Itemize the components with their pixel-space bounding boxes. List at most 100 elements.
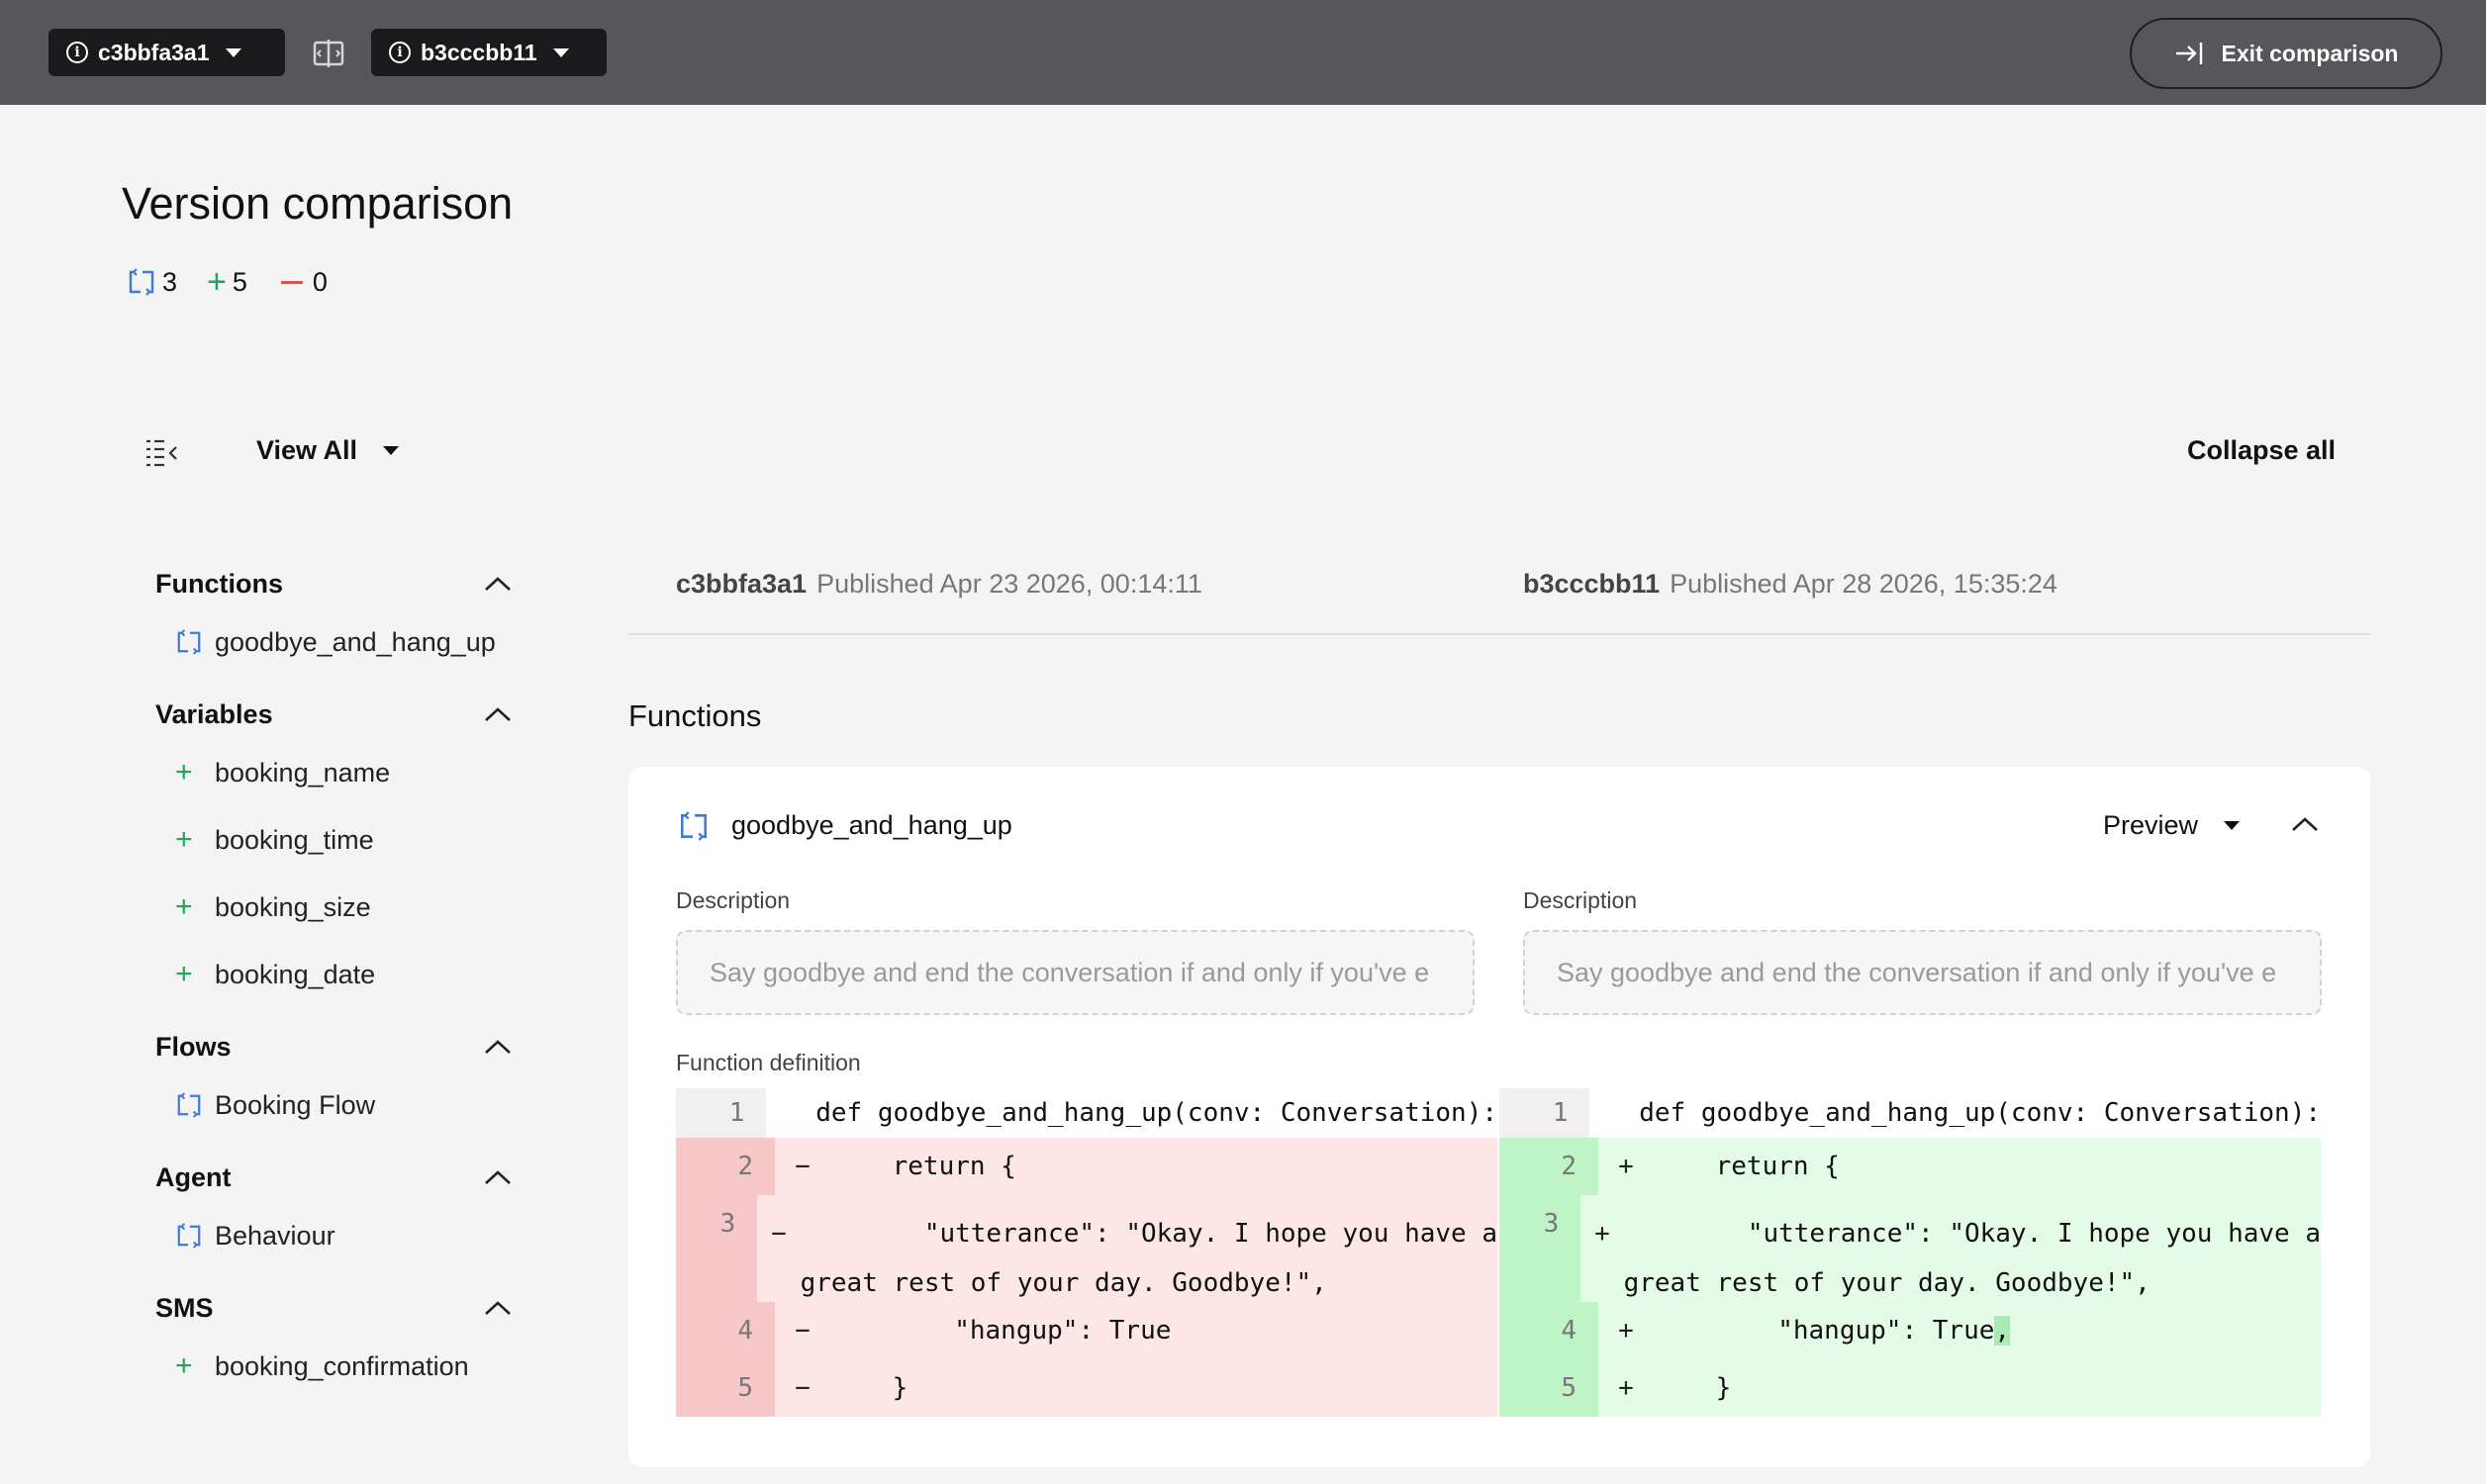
sidebar-item-behaviour[interactable]: Behaviour: [155, 1202, 512, 1269]
code-text: "hangup": True: [830, 1316, 1172, 1345]
description-field-left: Say goodbye and end the conversation if …: [676, 930, 1475, 1015]
chevron-down-icon: [225, 47, 241, 57]
left-version-select[interactable]: i c3bbfa3a1: [48, 29, 285, 76]
plus-icon: +: [175, 958, 193, 990]
code-diff-left: 1 def goodbye_and_hang_up(conv: Conversat…: [676, 1088, 1497, 1417]
code-line-removed: 4− "hangup": True: [676, 1302, 1497, 1359]
sidebar-item-label: booking_confirmation: [215, 1350, 469, 1381]
function-name: goodbye_and_hang_up: [731, 810, 1012, 840]
preview-dropdown[interactable]: Preview: [2103, 810, 2241, 841]
right-version-select[interactable]: i b3cccbb11: [371, 29, 607, 76]
chevron-up-icon[interactable]: [484, 706, 512, 722]
code-diff-right: 1 def goodbye_and_hang_up(conv: Conversat…: [1499, 1088, 2321, 1417]
view-all-label: View All: [256, 435, 358, 465]
chevron-down-icon: [552, 47, 569, 57]
sidebar-item-booking-confirmation[interactable]: + booking_confirmation: [155, 1333, 512, 1400]
code-line-removed: 3− "utterance": "Okay. I hope you have a…: [676, 1195, 1497, 1302]
preview-label: Preview: [2103, 810, 2199, 840]
collapse-card-icon[interactable]: [2291, 816, 2319, 832]
sidebar-section-agent[interactable]: Agent: [155, 1153, 512, 1202]
right-version-header: b3cccbb11 Published Apr 28 2026, 15:35:24: [1523, 569, 2057, 600]
line-number: 2: [676, 1138, 775, 1195]
sidebar-item-goodbye-and-hang-up[interactable]: goodbye_and_hang_up: [155, 608, 512, 676]
code-text: return {: [1654, 1152, 1840, 1181]
left-published-date: Published Apr 23 2026, 00:14:11: [816, 569, 1202, 599]
plus-icon: +: [207, 263, 227, 301]
sidebar-item-label: booking_name: [215, 757, 391, 788]
added-count: 5: [232, 266, 247, 297]
view-all-dropdown[interactable]: View All: [256, 435, 400, 466]
card-title[interactable]: goodbye_and_hang_up: [678, 810, 1012, 841]
plus-sign: +: [1618, 1316, 1634, 1345]
chevron-down-icon: [383, 446, 400, 455]
line-number: 5: [1499, 1359, 1598, 1417]
split-view-icon[interactable]: [313, 40, 344, 67]
sidebar-item-booking-size[interactable]: + booking_size: [155, 874, 512, 941]
code-line: 1 def goodbye_and_hang_up(conv: Conversat…: [1499, 1088, 2321, 1138]
sidebar-item-booking-name[interactable]: + booking_name: [155, 739, 512, 806]
minus-sign: −: [771, 1219, 787, 1249]
plus-icon: +: [175, 890, 193, 923]
function-diff-card: goodbye_and_hang_up Preview Description …: [628, 767, 2370, 1467]
code-line-added: 3 + "utterance": "Okay. I hope you have a…: [1499, 1195, 2321, 1302]
line-number: 5: [676, 1359, 775, 1417]
code-line-removed: 5− }: [676, 1359, 1497, 1417]
added-stat: + 5: [207, 265, 247, 299]
right-version-id: b3cccbb11: [1523, 569, 1661, 599]
plus-icon: +: [175, 756, 193, 788]
section-title: Variables: [155, 698, 273, 729]
sidebar-section-flows[interactable]: Flows: [155, 1022, 512, 1071]
minus-sign: −: [795, 1373, 811, 1403]
left-version-id: c3bbfa3a1: [676, 569, 808, 599]
removed-stat: 0: [277, 267, 328, 298]
code-line-removed: 2− return {: [676, 1138, 1497, 1195]
sidebar-section-functions[interactable]: Functions: [155, 559, 512, 608]
added-char-highlight: ,: [1994, 1316, 2011, 1345]
top-bar: i c3bbfa3a1 i b3cccbb11 Exit comparison: [0, 0, 2486, 105]
line-number: 4: [676, 1302, 775, 1359]
description-field-right: Say goodbye and end the conversation if …: [1523, 930, 2322, 1015]
modified-icon: [678, 810, 710, 841]
change-stats: 3 + 5 0: [127, 265, 357, 299]
sidebar-item-label: booking_size: [215, 891, 371, 922]
line-number: 1: [676, 1088, 767, 1138]
section-title: Functions: [155, 568, 283, 599]
code-text: great rest of your day. Goodbye!",: [1623, 1268, 2151, 1298]
code-line-added: 2 + return {: [1499, 1138, 2321, 1195]
sidebar-item-label: Booking Flow: [215, 1089, 376, 1120]
modified-stat: 3: [127, 267, 177, 298]
code-text: return {: [830, 1152, 1016, 1181]
collapse-all-button[interactable]: Collapse all: [2187, 435, 2336, 466]
description-label-right: Description: [1523, 887, 1638, 913]
modified-count: 3: [162, 266, 178, 297]
chevron-up-icon[interactable]: [484, 1169, 512, 1185]
sidebar-section-variables[interactable]: Variables: [155, 690, 512, 739]
plus-sign: +: [1618, 1152, 1634, 1181]
plus-sign: +: [1594, 1219, 1610, 1249]
sidebar: Functions goodbye_and_hang_up Variables …: [155, 559, 512, 1414]
sidebar-item-booking-flow[interactable]: Booking Flow: [155, 1071, 512, 1139]
minus-sign: −: [795, 1316, 811, 1345]
code-text: }: [830, 1373, 908, 1403]
description-text: Say goodbye and end the conversation if …: [710, 957, 1430, 987]
code-text: "utterance": "Okay. I hope you have a: [1623, 1219, 2321, 1249]
chevron-up-icon[interactable]: [484, 1039, 512, 1055]
right-version-label: b3cccbb11: [421, 39, 537, 65]
sidebar-item-booking-date[interactable]: + booking_date: [155, 941, 512, 1008]
left-version-label: c3bbfa3a1: [98, 39, 210, 65]
line-number: 3: [1499, 1195, 1581, 1302]
function-definition-label: Function definition: [676, 1050, 861, 1075]
code-text: def goodbye_and_hang_up(conv: Conversati…: [815, 1098, 1497, 1128]
exit-comparison-button[interactable]: Exit comparison: [2130, 18, 2442, 89]
code-line-added: 5 + }: [1499, 1359, 2321, 1417]
right-published-date: Published Apr 28 2026, 15:35:24: [1670, 569, 2057, 599]
chevron-up-icon[interactable]: [484, 1300, 512, 1316]
section-title: SMS: [155, 1292, 214, 1323]
collapse-sidebar-icon[interactable]: [144, 437, 180, 469]
left-version-header: c3bbfa3a1 Published Apr 23 2026, 00:14:11: [676, 569, 1202, 600]
chevron-up-icon[interactable]: [484, 576, 512, 592]
code-line-added: 4 + "hangup": True,: [1499, 1302, 2321, 1359]
sidebar-section-sms[interactable]: SMS: [155, 1283, 512, 1333]
sidebar-item-label: booking_date: [215, 959, 376, 989]
sidebar-item-booking-time[interactable]: + booking_time: [155, 806, 512, 874]
